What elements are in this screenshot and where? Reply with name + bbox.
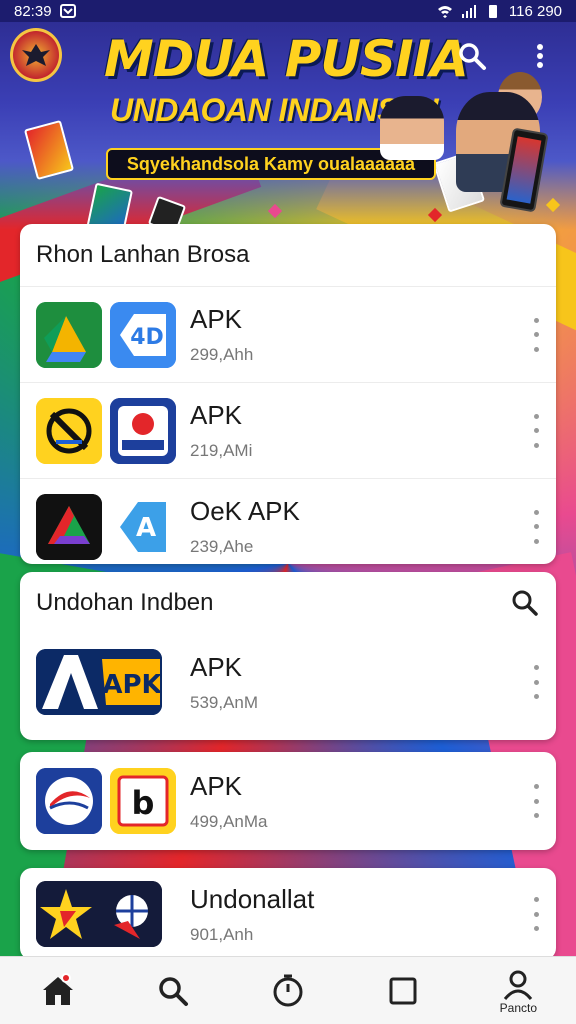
notification-icon [59, 4, 76, 18]
nav-profile[interactable]: Pancto [483, 961, 553, 1021]
app-logo [10, 28, 62, 82]
svg-text:b: b [132, 784, 155, 822]
app-icon [36, 301, 102, 368]
drive-icon [36, 301, 102, 368]
more-vert-icon [537, 44, 543, 68]
app-name: APK [190, 400, 243, 430]
app-store-tag-icon: A [110, 493, 176, 560]
app-list-item[interactable]: A OeK APK 239,Ahe [20, 478, 556, 564]
banner-person [380, 96, 444, 160]
app-name: APK [190, 651, 243, 682]
banner-title: MDUA PUSIIA [104, 30, 469, 88]
swoosh-badge-icon [36, 768, 102, 834]
triangle-logo-icon [36, 493, 102, 560]
app-icon [36, 397, 102, 464]
notification-dot [60, 972, 71, 983]
app-name: APK [190, 770, 243, 801]
nav-search[interactable] [138, 961, 208, 1021]
section-card: b APK 499,AnMa [20, 752, 556, 850]
nav-profile-label: Pancto [499, 1000, 538, 1015]
section-header: Undohan Indben [20, 572, 556, 634]
star-globe-banner-icon [36, 881, 162, 947]
header-menu-button[interactable] [520, 36, 560, 76]
search-icon [159, 976, 188, 1006]
header-search-button[interactable] [452, 36, 492, 76]
app-size: 901,Anh [190, 924, 254, 944]
bottom-navigation: Pancto [0, 956, 576, 1024]
app-name: APK [190, 304, 243, 334]
letter-b-badge-icon: b [110, 768, 176, 834]
app-icon: 4D [110, 301, 176, 368]
app-size: 219,AMi [190, 441, 253, 460]
eagle-emblem-icon [22, 44, 50, 66]
apk-banner-icon: APK [36, 649, 162, 715]
app-name: Undonallat [190, 883, 315, 914]
app-icon [110, 397, 176, 464]
status-bar: 82:39 116 290 [0, 0, 576, 22]
status-info: 116 290 [508, 2, 562, 20]
app-list-item[interactable]: APK APK 539,AnM [20, 634, 556, 730]
app-name: OeK APK [190, 496, 300, 526]
app-size: 239,Ahe [190, 537, 254, 556]
square-icon [389, 977, 417, 1004]
app-size: 299,Ahh [190, 345, 254, 364]
app-icon [36, 881, 162, 947]
more-options-button[interactable] [530, 509, 542, 544]
app-icon: b [110, 768, 176, 834]
more-options-button[interactable] [530, 413, 542, 448]
wifi-icon [437, 6, 452, 18]
section-card: Undonallat 901,Anh [20, 868, 556, 960]
search-icon[interactable] [510, 588, 540, 618]
section-title: Rhon Lanhan Brosa [36, 241, 250, 268]
section-header: Rhon Lanhan Brosa [20, 224, 556, 286]
battery-icon [488, 5, 497, 18]
signal-icon [461, 5, 476, 18]
nav-home[interactable] [23, 961, 93, 1021]
timer-icon [273, 974, 303, 1006]
more-options-button[interactable] [530, 317, 542, 352]
svg-text:4D: 4D [130, 325, 164, 350]
status-time: 82:39 [14, 2, 52, 20]
more-options-button[interactable] [530, 784, 542, 818]
app-size: 539,AnM [190, 692, 259, 712]
more-options-button[interactable] [530, 665, 542, 699]
profile-icon [504, 970, 533, 1000]
app-list-item[interactable]: APK 219,AMi [20, 382, 556, 478]
nav-timer[interactable] [253, 961, 323, 1021]
nav-square[interactable] [368, 961, 438, 1021]
app-size: 499,AnMa [190, 811, 268, 831]
section-card: Rhon Lanhan Brosa 4D APK 299,Ahh APK 219… [20, 224, 556, 564]
section-card: Undohan Indben APK APK 539,AnM [20, 572, 556, 740]
search-icon [459, 43, 486, 70]
app-list-item[interactable]: Undonallat 901,Anh [20, 868, 556, 960]
app-list-item[interactable]: b APK 499,AnMa [20, 752, 556, 850]
compass-tool-icon [36, 397, 102, 464]
app-icon: A [110, 493, 176, 560]
app-icon [36, 768, 102, 834]
app-icon [36, 493, 102, 560]
basketball-badge-icon [110, 397, 176, 464]
section-title: Undohan Indben [36, 589, 214, 616]
more-options-button[interactable] [530, 897, 542, 931]
app-list-item[interactable]: 4D APK 299,Ahh [20, 286, 556, 382]
app-icon: APK [36, 649, 162, 715]
svg-text:APK: APK [102, 670, 162, 700]
apk-tag-icon: 4D [110, 301, 176, 368]
svg-text:A: A [136, 513, 156, 543]
